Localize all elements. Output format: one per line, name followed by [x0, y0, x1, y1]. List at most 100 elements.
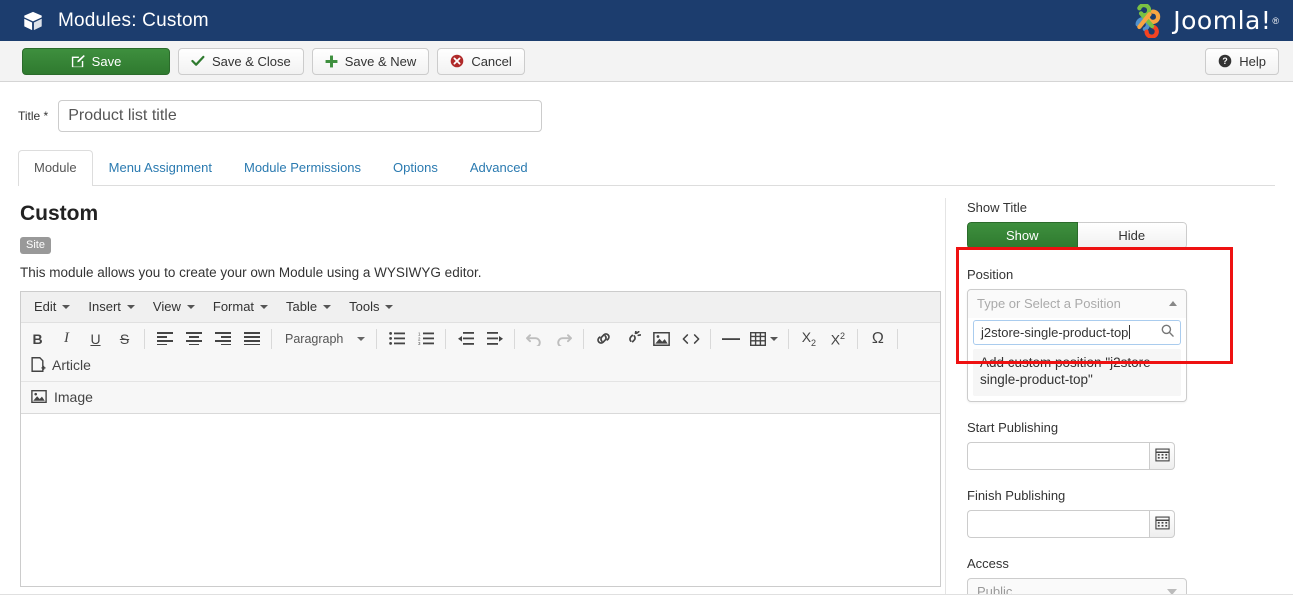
cancel-button[interactable]: Cancel	[437, 48, 524, 75]
menu-edit[interactable]: Edit	[25, 295, 79, 318]
menu-view[interactable]: View	[144, 295, 204, 318]
wysiwyg-editor: Edit Insert View Format Table	[20, 291, 941, 587]
access-select[interactable]: Public	[967, 578, 1187, 595]
position-field: Position Type or Select a Position j2sto…	[967, 267, 1275, 402]
show-title-hide-button[interactable]: Hide	[1078, 222, 1188, 249]
chevron-down-icon	[187, 305, 195, 309]
subscript-icon[interactable]: X2	[794, 326, 823, 352]
access-label: Access	[967, 556, 1275, 571]
start-publishing-input[interactable]	[967, 442, 1149, 470]
chevron-down-icon	[357, 337, 365, 341]
title-label: Title *	[18, 109, 48, 123]
chevron-down-icon	[323, 305, 331, 309]
align-right-icon[interactable]	[208, 326, 237, 352]
position-search-input-row[interactable]: j2store-single-product-top	[973, 320, 1181, 345]
source-code-icon[interactable]	[676, 326, 705, 352]
menu-edit-label: Edit	[34, 299, 56, 314]
save-and-new-button[interactable]: Save & New	[312, 48, 430, 75]
menu-insert[interactable]: Insert	[79, 295, 144, 318]
chevron-down-icon	[62, 305, 70, 309]
toolbar-separator	[583, 329, 584, 349]
numbered-list-icon[interactable]: 123	[411, 326, 440, 352]
save-and-close-button[interactable]: Save & Close	[178, 48, 304, 75]
tab-advanced[interactable]: Advanced	[454, 150, 544, 186]
toolbar-separator	[857, 329, 858, 349]
header-title-group: Modules: Custom	[0, 10, 209, 32]
start-publishing-calendar-button[interactable]	[1149, 442, 1175, 470]
editor-content-area[interactable]	[21, 414, 940, 586]
cancel-button-label: Cancel	[471, 54, 511, 69]
show-title-show-button[interactable]: Show	[967, 222, 1078, 249]
insert-article-label: Article	[52, 357, 91, 373]
unlink-icon[interactable]	[618, 326, 647, 352]
finish-publishing-input[interactable]	[967, 510, 1149, 538]
position-search-input[interactable]: j2store-single-product-top	[981, 325, 1161, 340]
tab-module-permissions[interactable]: Module Permissions	[228, 150, 377, 186]
app-header: Modules: Custom Joomla! ®	[0, 0, 1293, 41]
redo-icon[interactable]	[549, 326, 578, 352]
cube-icon	[22, 10, 44, 32]
toolbar-separator	[376, 329, 377, 349]
chevron-down-icon	[770, 337, 778, 341]
chevron-up-icon	[1169, 301, 1177, 306]
menu-tools[interactable]: Tools	[340, 295, 402, 318]
align-justify-icon[interactable]	[237, 326, 266, 352]
title-input[interactable]	[58, 100, 542, 132]
save-button[interactable]: Save	[22, 48, 170, 75]
joomla-trademark: ®	[1272, 16, 1279, 26]
finish-publishing-input-group	[967, 510, 1175, 538]
show-title-label: Show Title	[967, 200, 1275, 215]
tab-bar: Module Menu Assignment Module Permission…	[18, 150, 1275, 186]
page-title: Modules: Custom	[58, 10, 209, 32]
menu-tools-label: Tools	[349, 299, 379, 314]
menu-table[interactable]: Table	[277, 295, 340, 318]
table-icon[interactable]	[745, 326, 783, 352]
italic-icon[interactable]: I	[52, 326, 81, 352]
insert-image-button[interactable]: Image	[23, 384, 101, 410]
toolbar-separator	[144, 329, 145, 349]
bullet-list-icon[interactable]	[382, 326, 411, 352]
module-options-sidebar: Show Title Show Hide Position Type or Se…	[946, 186, 1275, 595]
position-label: Position	[967, 267, 1275, 282]
position-combobox[interactable]: Type or Select a Position j2store-single…	[967, 289, 1187, 402]
strikethrough-icon[interactable]: S	[110, 326, 139, 352]
image-icon[interactable]	[647, 326, 676, 352]
svg-text:?: ?	[1223, 56, 1228, 66]
insert-article-button[interactable]: Article	[23, 352, 99, 378]
editor-toolbar-row-2: Image	[21, 382, 940, 414]
decrease-indent-icon[interactable]	[451, 326, 480, 352]
horizontal-rule-icon[interactable]	[716, 326, 745, 352]
tab-options[interactable]: Options	[377, 150, 454, 186]
paragraph-format-select[interactable]: Paragraph	[277, 326, 371, 352]
show-title-field: Show Title Show Hide	[967, 200, 1275, 249]
joomla-logo-text: Joomla!	[1173, 6, 1271, 35]
start-publishing-label: Start Publishing	[967, 420, 1275, 435]
pencil-square-icon	[71, 54, 85, 68]
align-center-icon[interactable]	[179, 326, 208, 352]
increase-indent-icon[interactable]	[480, 326, 509, 352]
svg-text:3: 3	[418, 341, 421, 345]
toolbar-separator	[271, 329, 272, 349]
tab-module[interactable]: Module	[18, 150, 93, 186]
finish-publishing-calendar-button[interactable]	[1149, 510, 1175, 538]
bold-icon[interactable]: B	[23, 326, 52, 352]
menu-format[interactable]: Format	[204, 295, 277, 318]
start-publishing-field: Start Publishing	[967, 420, 1275, 470]
position-combobox-display[interactable]: Type or Select a Position	[968, 290, 1186, 318]
align-left-icon[interactable]	[150, 326, 179, 352]
help-button[interactable]: ? Help	[1205, 48, 1279, 75]
help-button-label: Help	[1239, 54, 1266, 69]
save-button-label: Save	[92, 54, 122, 69]
underline-icon[interactable]: U	[81, 326, 110, 352]
superscript-icon[interactable]: X2	[823, 326, 852, 352]
title-field-row: Title *	[0, 82, 1293, 132]
link-icon[interactable]	[589, 326, 618, 352]
special-character-icon[interactable]: Ω	[863, 326, 892, 352]
content-area: Custom Site This module allows you to cr…	[0, 186, 1293, 595]
joomla-logo[interactable]: Joomla! ®	[1127, 4, 1279, 38]
position-add-custom-option[interactable]: Add custom position "j2store-single-prod…	[973, 349, 1181, 396]
cancel-circle-icon	[450, 54, 464, 68]
undo-icon[interactable]	[520, 326, 549, 352]
chevron-down-icon	[260, 305, 268, 309]
tab-menu-assignment[interactable]: Menu Assignment	[93, 150, 228, 186]
